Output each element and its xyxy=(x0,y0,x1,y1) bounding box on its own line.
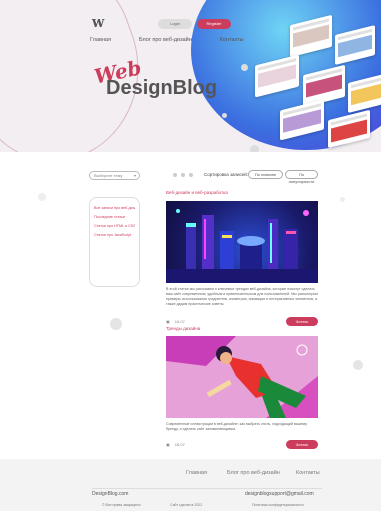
footer-nav-blog[interactable]: Блог про веб-дизайн xyxy=(227,470,280,476)
footer-divider xyxy=(92,488,322,489)
footer-logo[interactable]: W xyxy=(92,17,104,30)
nav-item-contacts[interactable]: Контакты xyxy=(220,37,244,43)
chevron-down-icon: ▾ xyxy=(133,173,136,178)
pager-dot[interactable] xyxy=(189,173,193,177)
footer-policy[interactable]: Политика конфиденциальности xyxy=(252,503,304,507)
sort-popular-button[interactable]: По популярности xyxy=(285,170,318,184)
sort-label: Сортировка записей: xyxy=(204,172,248,177)
post-excerpt: В этой статье мы расскажем о ключевых тр… xyxy=(166,287,318,306)
post-date: 18.07 xyxy=(174,442,185,447)
post-meta: ▣ 18.07 xyxy=(166,442,185,447)
sort-new-button[interactable]: По новизне xyxy=(248,170,283,179)
decorative-dot xyxy=(110,318,122,330)
register-button[interactable]: Register xyxy=(197,19,231,29)
post-image-isometric-city[interactable] xyxy=(166,201,318,283)
decorative-dot xyxy=(250,145,259,152)
topic-select[interactable]: Выберите тему ▾ xyxy=(89,171,140,180)
calendar-icon: ▣ xyxy=(166,442,170,447)
slider-dots xyxy=(173,173,193,177)
footer-nav-contacts[interactable]: Контакты xyxy=(296,470,320,476)
nav-item-home[interactable]: Главная xyxy=(90,37,111,43)
read-more-button[interactable]: Читать xyxy=(286,440,318,449)
brand-design: DesignBlog xyxy=(106,77,218,99)
sidebar-item-all[interactable]: Все записи про веб-дизайн xyxy=(94,206,135,210)
footer-nav-home[interactable]: Главная xyxy=(186,470,207,476)
sidebar-item-latest[interactable]: Последние статьи xyxy=(94,215,135,219)
decorative-dot xyxy=(241,64,248,71)
sidebar-item-html-css[interactable]: Статьи про HTML и CSS xyxy=(94,224,135,228)
post-excerpt: Современные иллюстрации в веб-дизайне: к… xyxy=(166,422,307,431)
decorative-dot xyxy=(340,197,345,202)
main-nav: Главная Блог про веб-дизайн Контакты xyxy=(90,37,244,43)
post-image-illustration[interactable] xyxy=(166,336,318,418)
topic-select-value: Выберите тему xyxy=(94,173,123,178)
post-tag[interactable]: Веб-дизайн и веб-разработка xyxy=(166,190,228,195)
read-more-button[interactable]: Читать xyxy=(286,317,318,326)
hero-section: W Login Register Главная Блог про веб-ди… xyxy=(0,0,381,152)
pager-dot[interactable] xyxy=(173,173,177,177)
login-button[interactable]: Login xyxy=(158,19,192,29)
footer-made: Сайт сделан в 2022 xyxy=(170,503,203,507)
footer-email[interactable]: designblogsupport@gmail.com xyxy=(245,491,314,497)
category-sidebar: Все записи про веб-дизайн Последние стат… xyxy=(89,197,140,287)
decorative-dot xyxy=(222,113,227,118)
nav-item-blog[interactable]: Блог про веб-дизайн xyxy=(139,37,192,43)
calendar-icon: ▣ xyxy=(166,319,170,324)
pager-dot[interactable] xyxy=(181,173,185,177)
post-meta: ▣ 18.07 xyxy=(166,319,185,324)
post-date: 18.07 xyxy=(174,319,185,324)
footer-brand: DesignBlog.com xyxy=(92,491,129,497)
decorative-dot xyxy=(38,193,46,201)
man-illustration xyxy=(166,336,318,418)
isometric-city-illustration xyxy=(166,209,318,283)
footer-copyright: © Все права защищены xyxy=(102,503,141,507)
decorative-dot xyxy=(353,360,363,370)
post-tag[interactable]: Тренды дизайна xyxy=(166,326,200,331)
page: W Login Register Главная Блог про веб-ди… xyxy=(0,0,381,511)
sidebar-item-javascript[interactable]: Статьи про JavaScript xyxy=(94,233,135,237)
